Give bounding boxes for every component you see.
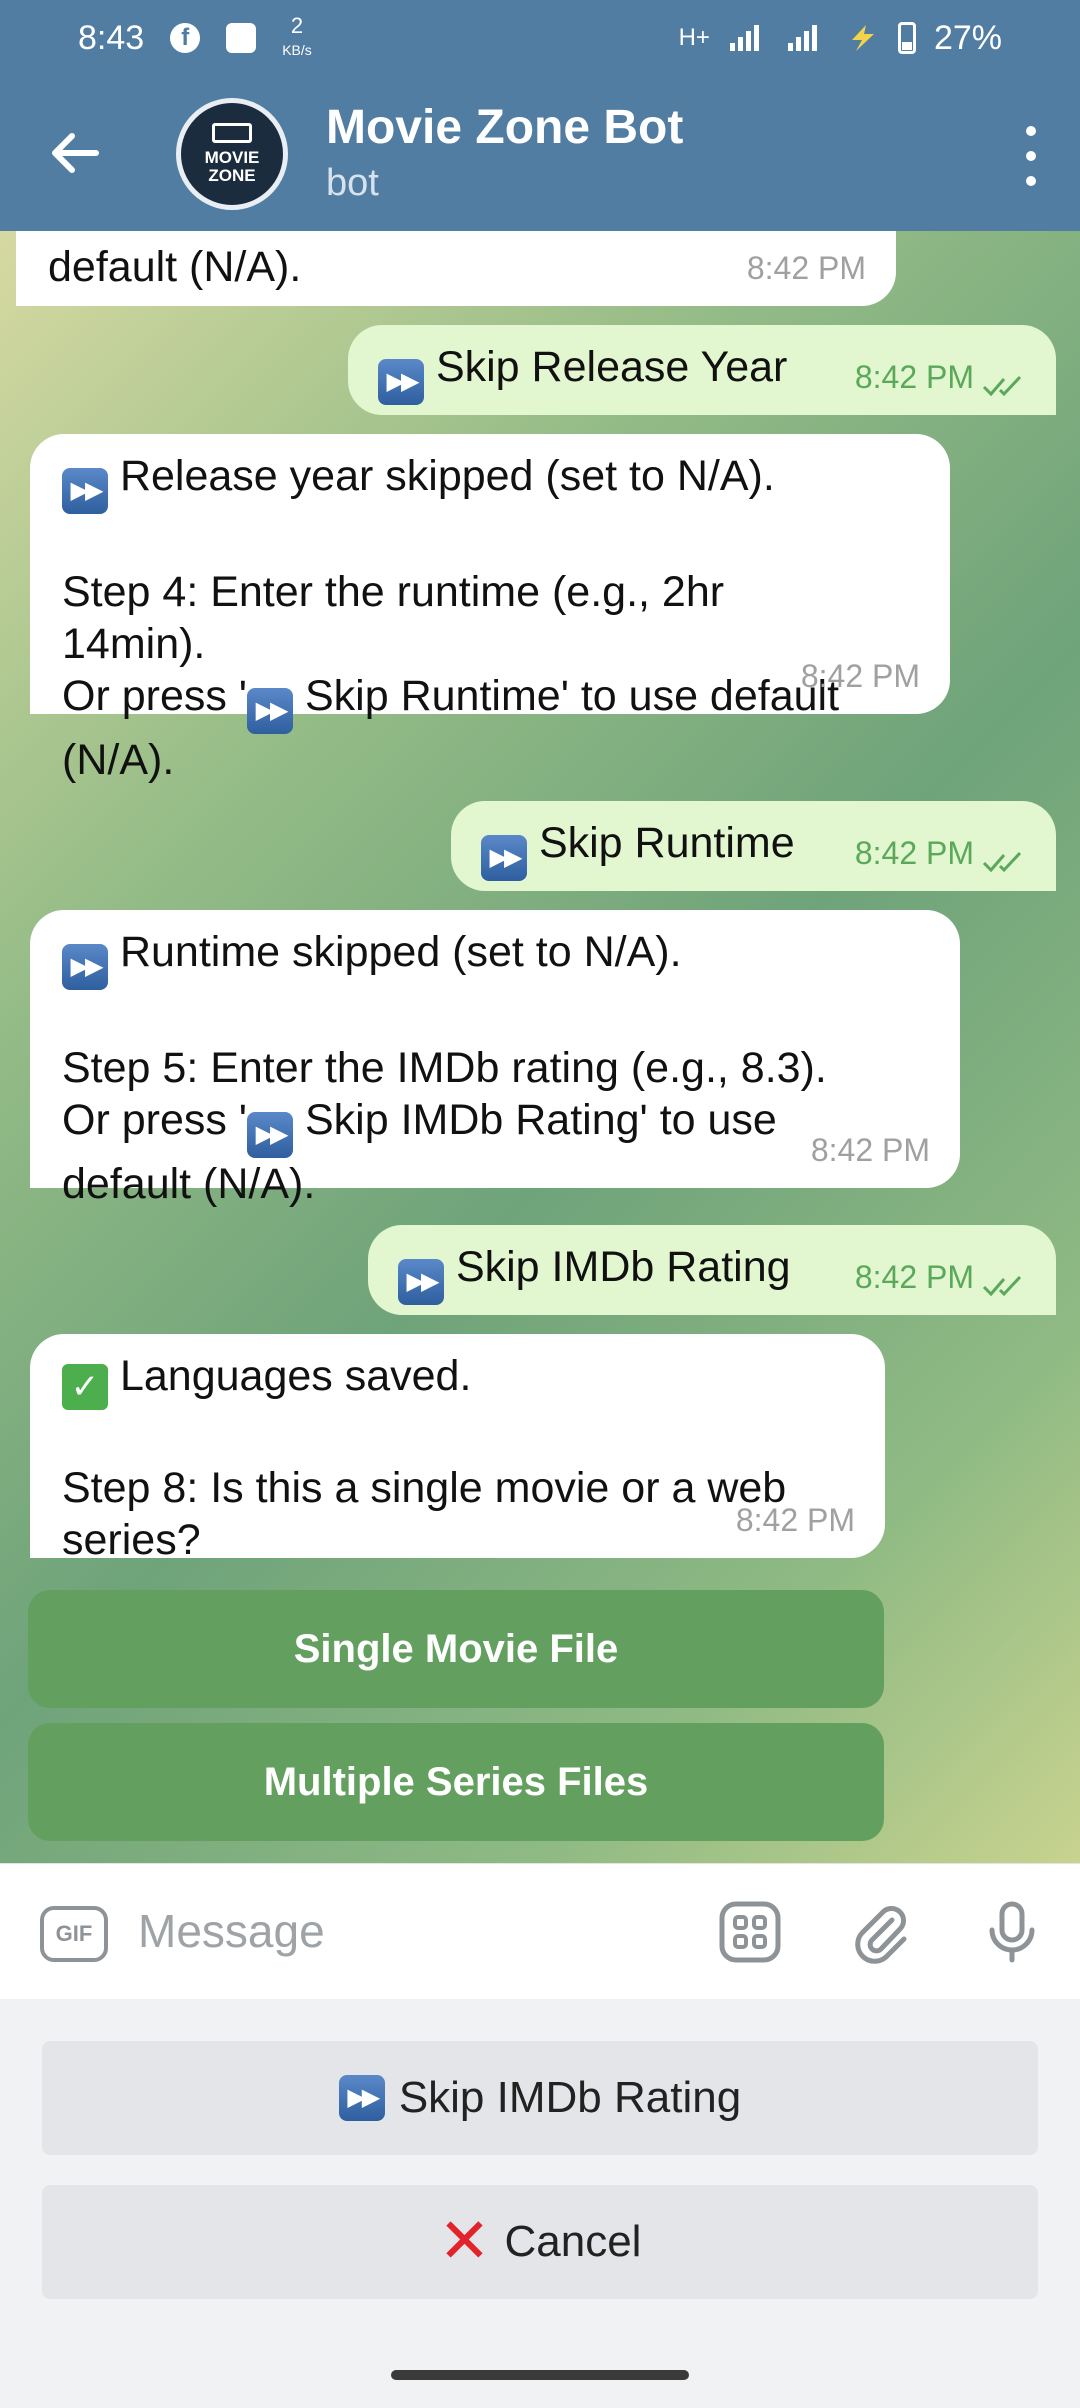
skip-forward-icon: ▶▶ <box>338 2075 385 2121</box>
notification-app-icon <box>226 23 257 53</box>
skip-forward-icon: ▶▶ <box>247 688 294 734</box>
outgoing-message: ▶▶ Skip Release Year 8:42 PM <box>348 325 1056 415</box>
message-text: Step 4: Enter the runtime (e.g., 2hr 14m… <box>62 568 725 668</box>
incoming-message: default (N/A). 8:42 PM <box>16 231 896 306</box>
skip-forward-icon: ▶▶ <box>62 944 108 990</box>
button-label: Cancel <box>504 2217 642 2266</box>
message-text: Skip IMDb Rating <box>455 1243 791 1291</box>
button-label: Skip IMDb Rating <box>398 2073 742 2122</box>
signal-2-icon <box>787 25 817 51</box>
message-text: Step 5: Enter the IMDb rating (e.g., 8.3… <box>62 1044 827 1092</box>
read-ticks-icon <box>982 1275 1022 1297</box>
read-ticks-icon <box>982 375 1022 397</box>
chat-header: MOVIE ZONE Movie Zone Bot bot <box>0 76 1080 231</box>
message-time: 8:42 PM <box>854 359 974 395</box>
network-type: H+ <box>678 24 710 51</box>
message-input-bar: GIF Message <box>0 1863 1080 2000</box>
message-time: 8:42 PM <box>800 658 920 694</box>
message-time: 8:42 PM <box>746 250 866 286</box>
avatar-text-2: ZONE <box>208 166 256 185</box>
skip-forward-icon: ▶▶ <box>247 1112 294 1158</box>
home-indicator[interactable] <box>391 2370 689 2380</box>
message-text: Skip Release Year <box>435 343 788 391</box>
message-input[interactable]: Message <box>138 1904 325 1958</box>
status-bar: 8:43 f 2 KB/s H+ 27% <box>0 0 1080 76</box>
net-speed: 2 KB/s <box>282 15 312 61</box>
gif-button[interactable]: GIF <box>40 1906 108 1962</box>
outgoing-message: ▶▶ Skip IMDb Rating 8:42 PM <box>368 1225 1056 1315</box>
back-arrow-icon[interactable] <box>48 126 102 180</box>
reply-keyboard: ▶▶ Skip IMDb Rating ✕ Cancel <box>0 1999 1080 2408</box>
message-text: Runtime skipped (set to N/A). <box>119 928 682 976</box>
cancel-button[interactable]: ✕ Cancel <box>42 2185 1038 2299</box>
message-text: Skip Runtime <box>538 819 795 867</box>
incoming-message: ▶▶ Runtime skipped (set to N/A). Step 5:… <box>30 910 960 1208</box>
message-text: Release year skipped (set to N/A). <box>119 452 775 500</box>
message-time: 8:42 PM <box>735 1502 855 1538</box>
bot-keyboard-icon[interactable] <box>718 1900 782 1964</box>
message-text: Or press ' <box>62 1096 248 1144</box>
chat-area[interactable]: default (N/A). 8:42 PM ▶▶ Skip Release Y… <box>0 231 1080 1863</box>
single-movie-file-button[interactable]: Single Movie File <box>28 1590 884 1708</box>
status-time: 8:43 <box>78 18 145 57</box>
signal-icon <box>729 25 759 51</box>
bot-avatar[interactable]: MOVIE ZONE <box>176 98 288 210</box>
message-time: 8:42 PM <box>854 1259 974 1295</box>
outgoing-message: ▶▶ Skip Runtime 8:42 PM <box>451 801 1056 891</box>
read-ticks-icon <box>982 851 1022 873</box>
battery-level: 27% <box>933 18 1002 57</box>
net-speed-unit: KB/s <box>282 42 312 58</box>
skip-forward-icon: ▶▶ <box>378 359 424 405</box>
microphone-icon[interactable] <box>980 1900 1044 1964</box>
chat-subtitle: bot <box>326 162 379 204</box>
incoming-message: ✓ Languages saved. Step 8: Is this a sin… <box>30 1334 885 1564</box>
charging-icon <box>851 25 874 51</box>
checkmark-icon: ✓ <box>62 1364 108 1410</box>
skip-forward-icon: ▶▶ <box>398 1259 444 1305</box>
message-time: 8:42 PM <box>854 835 974 871</box>
battery-icon <box>897 22 916 54</box>
message-text: default (N/A). <box>48 243 302 291</box>
skip-forward-icon: ▶▶ <box>62 468 108 514</box>
chat-title[interactable]: Movie Zone Bot <box>326 100 683 155</box>
skip-imdb-rating-button[interactable]: ▶▶ Skip IMDb Rating <box>42 2041 1038 2155</box>
facebook-icon: f <box>170 23 201 53</box>
message-time: 8:42 PM <box>810 1132 930 1168</box>
avatar-text-1: MOVIE <box>204 148 260 167</box>
skip-forward-icon: ▶▶ <box>481 835 527 881</box>
multiple-series-files-button[interactable]: Multiple Series Files <box>28 1723 884 1841</box>
message-text: Or press ' <box>62 672 248 720</box>
incoming-message: ▶▶ Release year skipped (set to N/A). St… <box>30 434 950 784</box>
more-options-icon[interactable] <box>1016 126 1046 186</box>
cross-mark-icon: ✕ <box>438 2207 491 2276</box>
clapperboard-icon <box>212 123 252 143</box>
net-speed-value: 2 <box>290 13 304 38</box>
message-text: Languages saved. <box>119 1352 472 1400</box>
attach-icon[interactable] <box>848 1900 912 1964</box>
